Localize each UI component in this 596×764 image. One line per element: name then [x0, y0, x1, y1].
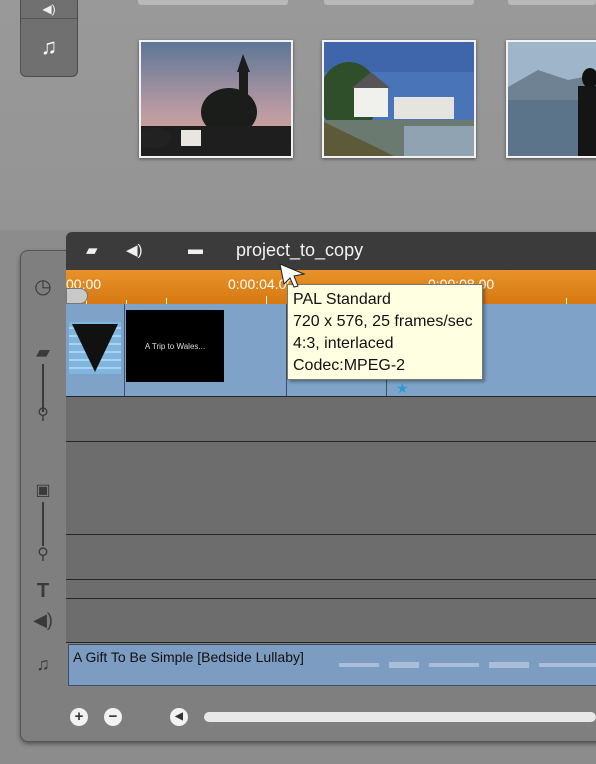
library-top-edge	[138, 0, 596, 6]
project-name[interactable]: project_to_copy	[236, 240, 363, 261]
title-clip-thumbnail[interactable]: A Trip to Wales...	[126, 310, 224, 382]
overlay-track[interactable]	[66, 442, 596, 535]
speaker-icon[interactable]: ◀)	[126, 241, 143, 259]
track-connector	[42, 502, 44, 546]
project-format-tooltip: PAL Standard 720 x 576, 25 frames/sec 4:…	[287, 284, 483, 380]
tooltip-line-codec: Codec:MPEG-2	[293, 357, 406, 374]
clock-icon[interactable]: ◷	[20, 274, 66, 299]
overlay-audio-track[interactable]	[66, 535, 596, 580]
thumbnail-harbor-village[interactable]	[322, 40, 476, 158]
zoom-out-button[interactable]: −	[104, 708, 122, 726]
library-tabs: ◀) ♫	[20, 0, 78, 77]
video-camera-icon[interactable]: ▰	[86, 241, 98, 259]
track-headers: ◷ ▰ ⚲ ▣ ⚲ T ◀) ♫	[20, 254, 66, 684]
volume-icon[interactable]: ◀)	[21, 0, 77, 19]
video-volume-icon[interactable]: ⚲	[20, 404, 66, 424]
zoom-in-button[interactable]: +	[70, 708, 88, 726]
star-marker-icon: ★	[396, 380, 409, 396]
timeline-bottom-bar: + − ◀	[66, 700, 596, 732]
title-track[interactable]	[66, 580, 596, 599]
music-track-icon[interactable]: ♫	[20, 654, 66, 675]
tooltip-line-aspect: 4:3, interlaced	[293, 335, 394, 352]
thumbnail-castle-dusk[interactable]	[139, 40, 293, 158]
overlay-track-icon[interactable]: ▣	[20, 480, 66, 500]
tooltip-line-resolution: 720 x 576, 25 frames/sec	[293, 313, 473, 330]
title-track-icon[interactable]: T	[20, 580, 66, 603]
thumbnail-lake-photographer[interactable]	[506, 40, 596, 158]
transition-clip[interactable]	[66, 304, 125, 396]
playhead-scrubber[interactable]	[66, 288, 88, 304]
scroll-left-button[interactable]: ◀	[170, 708, 188, 726]
overlay-volume-icon[interactable]: ⚲	[20, 544, 66, 564]
timeline-scrollbar[interactable]	[204, 712, 596, 722]
sound-effects-icon[interactable]: ◀)	[20, 610, 66, 631]
music-note-icon[interactable]: ♫	[21, 22, 77, 72]
music-clip[interactable]: A Gift To Be Simple [Bedside Lullaby]	[68, 644, 596, 686]
music-clip-label: A Gift To Be Simple [Bedside Lullaby]	[73, 649, 304, 665]
timeline-header: ▰ ◀) ▬ project_to_copy	[66, 232, 596, 270]
tooltip-line-format: PAL Standard	[293, 291, 391, 308]
folder-icon[interactable]: ▬	[188, 241, 203, 258]
ruler-tick	[266, 296, 267, 304]
media-library: ◀) ♫	[0, 0, 596, 230]
video-camera-icon[interactable]: ▰	[20, 342, 66, 363]
title-clip-text: A Trip to Wales...	[144, 341, 206, 351]
sound-effects-track[interactable]	[66, 599, 596, 643]
video-audio-track[interactable]	[66, 397, 596, 442]
audio-waveform	[339, 662, 596, 668]
mouse-cursor-icon	[279, 263, 306, 288]
